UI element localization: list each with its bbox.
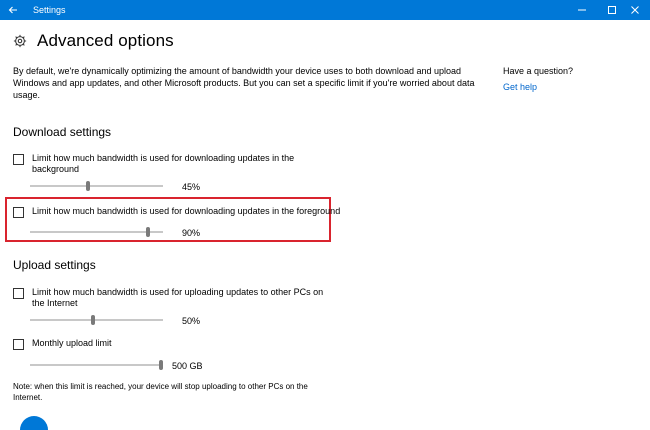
page-header: Advanced options xyxy=(13,30,174,52)
minimize-icon xyxy=(578,9,586,11)
back-button[interactable] xyxy=(0,0,26,20)
monthly-upload-checkbox[interactable] xyxy=(13,339,24,350)
page-title: Advanced options xyxy=(37,31,174,50)
foreground-download-checkbox[interactable] xyxy=(13,207,24,218)
foreground-download-option[interactable]: Limit how much bandwidth is used for dow… xyxy=(13,206,342,218)
slider-track xyxy=(30,364,163,366)
upload-limit-label: Limit how much bandwidth is used for upl… xyxy=(32,287,324,308)
upload-limit-option[interactable]: Limit how much bandwidth is used for upl… xyxy=(13,287,332,309)
upload-limit-checkbox[interactable] xyxy=(13,288,24,299)
foreground-download-slider[interactable] xyxy=(30,227,163,237)
slider-thumb[interactable] xyxy=(159,360,163,370)
upload-limit-slider[interactable] xyxy=(30,315,163,325)
slider-track xyxy=(30,185,163,187)
upload-limit-value: 50% xyxy=(182,316,201,326)
slider-track xyxy=(30,319,163,321)
minimize-button[interactable] xyxy=(567,0,597,20)
slider-thumb[interactable] xyxy=(146,227,150,237)
upload-note: Note: when this limit is reached, your d… xyxy=(13,382,308,402)
monthly-upload-value: 500 GB xyxy=(172,361,203,371)
decorative-shape xyxy=(20,416,48,430)
gear-icon xyxy=(13,34,27,48)
maximize-icon xyxy=(608,6,616,14)
monthly-upload-label: Monthly upload limit xyxy=(32,338,112,348)
close-icon xyxy=(631,6,639,14)
close-button[interactable] xyxy=(620,0,650,20)
back-arrow-icon xyxy=(8,6,17,14)
monthly-upload-slider[interactable] xyxy=(30,360,163,370)
background-download-value: 45% xyxy=(182,182,201,192)
background-download-slider[interactable] xyxy=(30,181,163,191)
background-download-checkbox[interactable] xyxy=(13,154,24,165)
title-bar: Settings xyxy=(0,0,650,20)
get-help-link[interactable]: Get help xyxy=(503,81,537,93)
upload-settings-heading: Upload settings xyxy=(13,258,96,272)
foreground-download-value: 90% xyxy=(182,228,201,238)
slider-thumb[interactable] xyxy=(86,181,90,191)
foreground-download-label: Limit how much bandwidth is used for dow… xyxy=(32,206,341,216)
monthly-upload-option[interactable]: Monthly upload limit xyxy=(13,338,332,350)
intro-text: By default, we're dynamically optimizing… xyxy=(13,66,475,100)
background-download-label: Limit how much bandwidth is used for dow… xyxy=(32,153,295,174)
window-title: Settings xyxy=(33,5,66,15)
help-question: Have a question? xyxy=(503,66,574,76)
download-settings-heading: Download settings xyxy=(13,125,112,139)
slider-thumb[interactable] xyxy=(91,315,95,325)
slider-track xyxy=(30,231,163,233)
background-download-option[interactable]: Limit how much bandwidth is used for dow… xyxy=(13,153,332,175)
